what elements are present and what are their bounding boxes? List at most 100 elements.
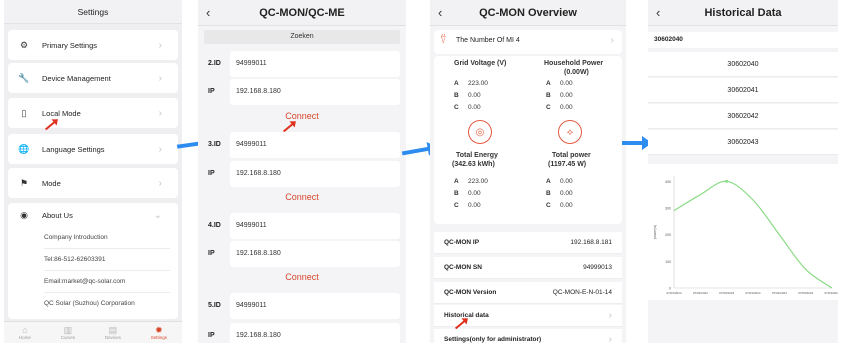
back-icon[interactable]: ‹ — [656, 0, 660, 26]
chevron-down-icon: ⌄ — [153, 209, 162, 221]
device-ip-label: IP — [208, 332, 215, 339]
device-id-field[interactable]: 94999011 — [230, 132, 400, 158]
tab-devices[interactable]: ▤ Devices — [105, 325, 121, 340]
local-title: QC-MON/QC-ME — [259, 7, 345, 19]
overview-title: QC-MON Overview — [479, 7, 577, 19]
mi-count-label: The Number Of MI 4 — [456, 37, 520, 44]
device-id-field[interactable]: 94999011 — [230, 51, 400, 77]
y-tick-label: 300 — [665, 207, 671, 211]
device-option[interactable]: 30602043 — [648, 130, 838, 155]
energy-icon: ◎ — [468, 120, 492, 144]
y-tick-label: 200 — [665, 233, 671, 237]
pin-icon: ⍢ — [440, 34, 447, 46]
settings-screen: Settings ⚙ Primary Settings › 🔧 Device M… — [4, 0, 182, 343]
chevron-right-icon: › — [158, 143, 162, 155]
admin-settings-row[interactable]: Settings(only for administrator) › — [434, 329, 622, 343]
connect-button[interactable]: Connect — [198, 272, 406, 282]
info-label: QC-MON Version — [444, 289, 497, 296]
house-c-value: 0.00 — [560, 104, 573, 111]
x-tick-label: 07/03/2024 — [719, 291, 734, 295]
phase-a-label: A — [454, 178, 459, 185]
energy-c-value: 0.00 — [468, 202, 481, 209]
selected-device: 30602040 — [648, 32, 838, 48]
house-b-value: 0.00 — [560, 92, 573, 99]
settings-item-language[interactable]: 🌐 Language Settings › — [8, 134, 178, 164]
device-id-field[interactable]: 94999011 — [230, 213, 400, 239]
settings-title: Settings — [4, 0, 182, 24]
peak-point — [725, 179, 729, 183]
grid-voltage-label: Grid Voltage (V) — [454, 60, 507, 67]
connect-button[interactable]: Connect — [198, 111, 406, 121]
phase-c-label: C — [546, 104, 551, 111]
tab-settings[interactable]: ✹ Settings — [151, 325, 167, 340]
about-company-intro[interactable]: Company Introduction — [44, 227, 170, 249]
device-id-label: 5.ID — [208, 302, 221, 309]
total-energy-value: (342.63 kWh) — [452, 161, 495, 168]
about-tel: Tel:86-512-62603391 — [44, 249, 170, 271]
device-ip-field[interactable]: 192.168.8.180 — [230, 161, 400, 187]
device-id-label: 3.ID — [208, 141, 221, 148]
flow-arrow-icon — [401, 146, 431, 156]
settings-item-label: Device Management — [42, 73, 111, 83]
chevron-right-icon: › — [158, 39, 162, 51]
settings-item-label: Language Settings — [42, 144, 105, 154]
power-a-value: 0.00 — [560, 178, 573, 185]
device-option[interactable]: 30602040 — [648, 52, 838, 77]
about-email: Email:market@qc-solar.com — [44, 271, 170, 293]
chevron-right-icon: › — [158, 107, 162, 119]
local-mode-screen: ‹ QC-MON/QC-ME Zoeken 2.ID 94999011 IP 1… — [198, 0, 406, 343]
connect-button[interactable]: Connect — [198, 192, 406, 202]
energy-a-value: 223.00 — [468, 178, 488, 185]
x-tick-label: 07/03/2024 — [745, 291, 760, 295]
tab-home[interactable]: ⌂ Home — [19, 325, 31, 340]
back-icon[interactable]: ‹ — [206, 0, 210, 26]
phase-b-label: B — [454, 190, 459, 197]
power-pulse-icon: ⟡ — [558, 120, 582, 144]
device-ip-field[interactable]: 192.168.8.180 — [230, 79, 400, 105]
power-b-value: 0.00 — [560, 190, 573, 197]
settings-item-label: Local Mode — [42, 108, 81, 118]
chevron-right-icon: › — [608, 310, 612, 321]
chevron-right-icon: › — [158, 177, 162, 189]
mi-count-row[interactable]: ⍢ The Number Of MI 4 › — [434, 30, 622, 54]
search-button[interactable]: Zoeken — [204, 30, 400, 44]
device-id-field[interactable]: 94999011 — [230, 293, 400, 319]
phase-c-label: C — [454, 202, 459, 209]
device-option[interactable]: 30602041 — [648, 78, 838, 103]
info-value: 192.168.8.181 — [570, 239, 612, 246]
phase-c-label: C — [546, 202, 551, 209]
settings-item-local-mode[interactable]: ▯ Local Mode › — [8, 98, 178, 128]
device-option[interactable]: 30602042 — [648, 104, 838, 129]
settings-item-label: Mode — [42, 178, 61, 188]
back-icon[interactable]: ‹ — [438, 0, 442, 26]
house-a-value: 0.00 — [560, 80, 573, 87]
settings-item-primary[interactable]: ⚙ Primary Settings › — [8, 30, 178, 60]
info-row-ip: QC-MON IP 192.168.8.181 — [434, 232, 622, 254]
about-us-label: About Us — [42, 210, 73, 220]
info-value: QC-MON-E-N-01-14 — [552, 289, 612, 296]
phase-a-label: A — [546, 80, 551, 87]
x-tick-label: 07/03/2024 — [824, 291, 838, 295]
flow-arrow-icon — [622, 136, 652, 150]
total-power-label: Total power — [552, 152, 591, 159]
phase-a-label: A — [454, 80, 459, 87]
info-row-sn: QC-MON SN 94999013 — [434, 257, 622, 279]
x-tick-label: 07/03/2024 — [666, 291, 681, 295]
historical-screen: ‹ Historical Data 30602040 30602040 3060… — [648, 0, 838, 343]
grid-c-value: 0.00 — [468, 104, 481, 111]
info-label: QC-MON SN — [444, 264, 482, 271]
about-us-header[interactable]: ◉ About Us ⌄ — [16, 203, 170, 227]
y-tick-label: 100 — [665, 260, 671, 264]
settings-item-device-management[interactable]: 🔧 Device Management › — [8, 63, 178, 93]
chevron-right-icon: › — [608, 334, 612, 343]
settings-icon: ✹ — [155, 325, 163, 335]
device-ip-field[interactable]: 192.168.8.180 — [230, 323, 400, 343]
grid-b-value: 0.00 — [468, 92, 481, 99]
tab-curves[interactable]: ▥ Curves — [61, 325, 75, 340]
y-tick-label: 0 — [669, 287, 671, 291]
power-c-value: 0.00 — [560, 202, 573, 209]
device-ip-field[interactable]: 192.168.8.180 — [230, 241, 400, 267]
settings-item-mode[interactable]: ⚑ Mode › — [8, 168, 178, 198]
household-power-value: (0.00W) — [564, 69, 589, 76]
power-summary-card: Grid Voltage (V) Household Power (0.00W)… — [434, 56, 622, 224]
